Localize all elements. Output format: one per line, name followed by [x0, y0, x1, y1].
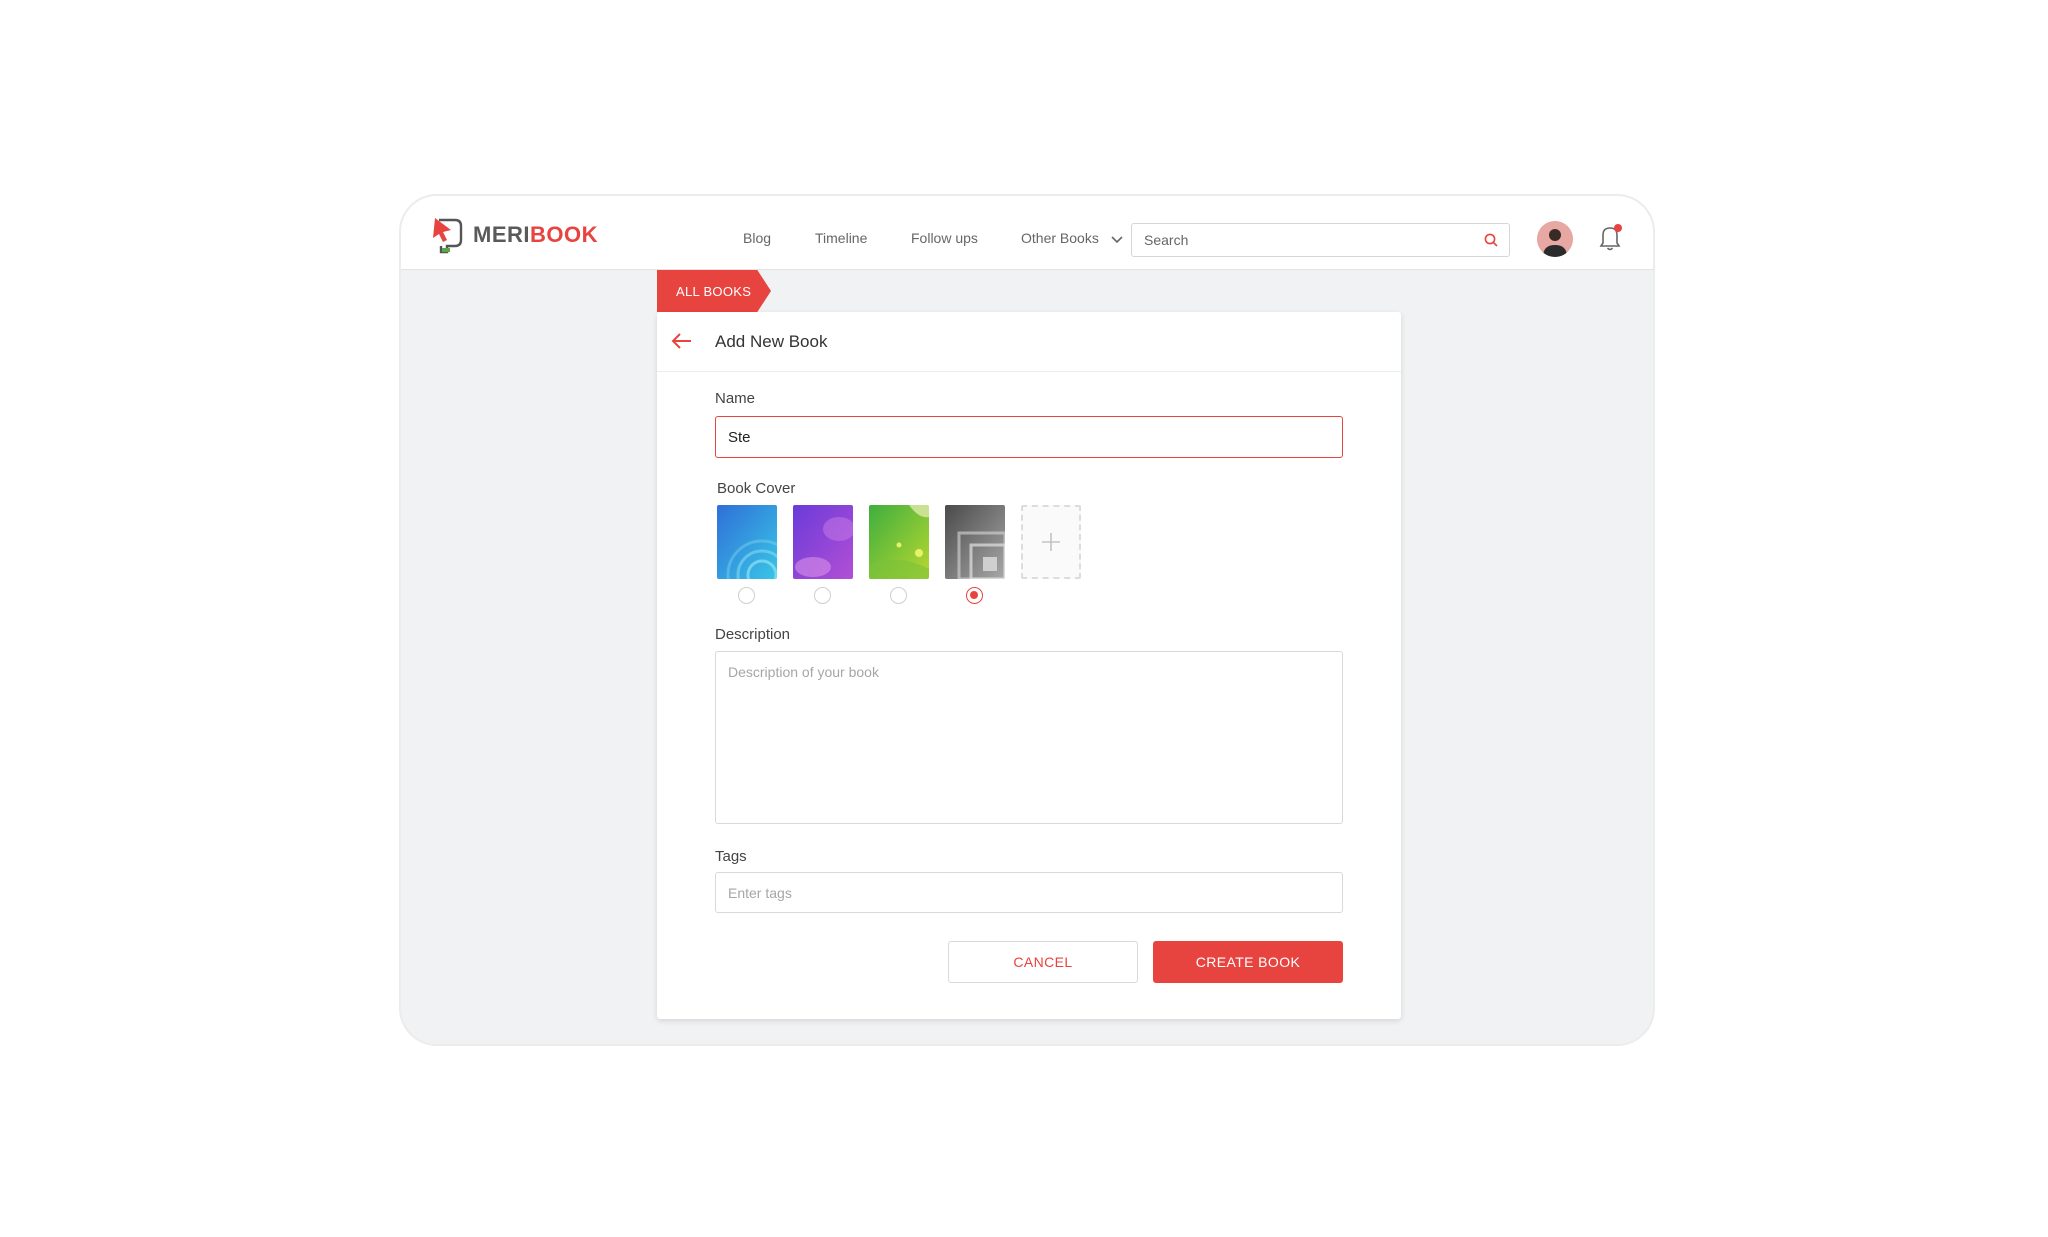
cover-radio-purple[interactable] — [814, 587, 831, 604]
cover-option-purple[interactable] — [793, 505, 853, 579]
add-cover-button[interactable] — [1021, 505, 1081, 579]
nav-timeline[interactable]: Timeline — [815, 230, 867, 246]
top-navbar: MERIBOOK Blog Timeline Follow ups Other … — [401, 196, 1653, 270]
breadcrumb-label: ALL BOOKS — [676, 283, 752, 299]
cover-radio-gray[interactable] — [966, 587, 983, 604]
back-arrow-icon[interactable] — [671, 332, 693, 355]
cancel-button[interactable]: CANCEL — [948, 941, 1138, 983]
page-title: Add New Book — [715, 332, 828, 351]
chevron-down-icon — [1111, 231, 1123, 247]
nav-blog[interactable]: Blog — [743, 230, 771, 246]
create-book-button[interactable]: CREATE BOOK — [1153, 941, 1343, 983]
search-input[interactable] — [1132, 224, 1462, 256]
nav-other-books-label: Other Books — [1021, 230, 1099, 246]
brand-logo[interactable]: MERIBOOK — [431, 216, 598, 254]
breadcrumb[interactable]: ALL BOOKS — [657, 270, 771, 312]
tags-input[interactable] — [715, 872, 1343, 913]
description-label: Description — [715, 626, 791, 643]
search-box — [1131, 223, 1510, 257]
cover-option-green[interactable] — [869, 505, 929, 579]
name-label: Name — [715, 390, 756, 407]
brand-name-part1: MERI — [473, 222, 530, 247]
tags-label: Tags — [715, 848, 747, 865]
search-icon[interactable] — [1483, 232, 1499, 253]
name-input[interactable] — [715, 416, 1343, 458]
brand-name: MERIBOOK — [473, 222, 598, 248]
card-header: Add New Book — [657, 312, 1401, 372]
avatar[interactable] — [1537, 221, 1573, 257]
cover-radio-blue[interactable] — [738, 587, 755, 604]
nav-follow-ups[interactable]: Follow ups — [911, 230, 978, 246]
nav-other-books[interactable]: Other Books — [1021, 230, 1123, 247]
cover-option-blue[interactable] — [717, 505, 777, 579]
bell-icon[interactable] — [1596, 222, 1624, 257]
description-input[interactable] — [715, 651, 1343, 824]
book-cover-label: Book Cover — [717, 480, 796, 497]
plus-icon — [1042, 533, 1060, 551]
app-window: MERIBOOK Blog Timeline Follow ups Other … — [399, 194, 1655, 1046]
logo-icon — [433, 218, 463, 254]
brand-name-part2: BOOK — [530, 222, 598, 247]
cover-radio-green[interactable] — [890, 587, 907, 604]
cover-option-gray[interactable] — [945, 505, 1005, 579]
add-book-card: Add New Book Name Book Cover — [657, 312, 1401, 1019]
